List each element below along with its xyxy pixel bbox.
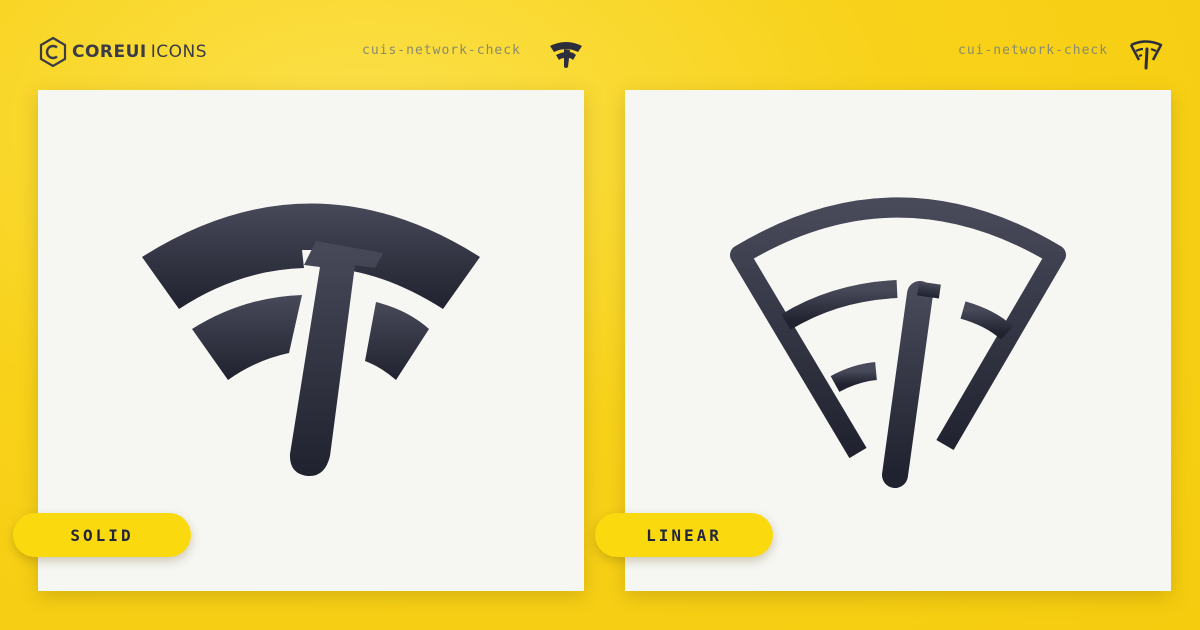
coreui-hexagon-icon (39, 36, 67, 68)
network-check-solid-mini-icon (550, 42, 582, 68)
brand-wordmark: COREUI ICONS (72, 42, 207, 62)
linear-style-badge: LINEAR (595, 513, 773, 557)
brand-name-bold: COREUI (72, 42, 147, 62)
linear-icon-name: cui-network-check (958, 43, 1109, 58)
brand-name-thin: ICONS (150, 42, 208, 62)
network-check-linear-mini-icon (1129, 40, 1163, 70)
solid-icon-name: cuis-network-check (362, 43, 521, 58)
solid-style-badge: SOLID (13, 513, 191, 557)
brand-logo: COREUI ICONS (38, 36, 207, 68)
